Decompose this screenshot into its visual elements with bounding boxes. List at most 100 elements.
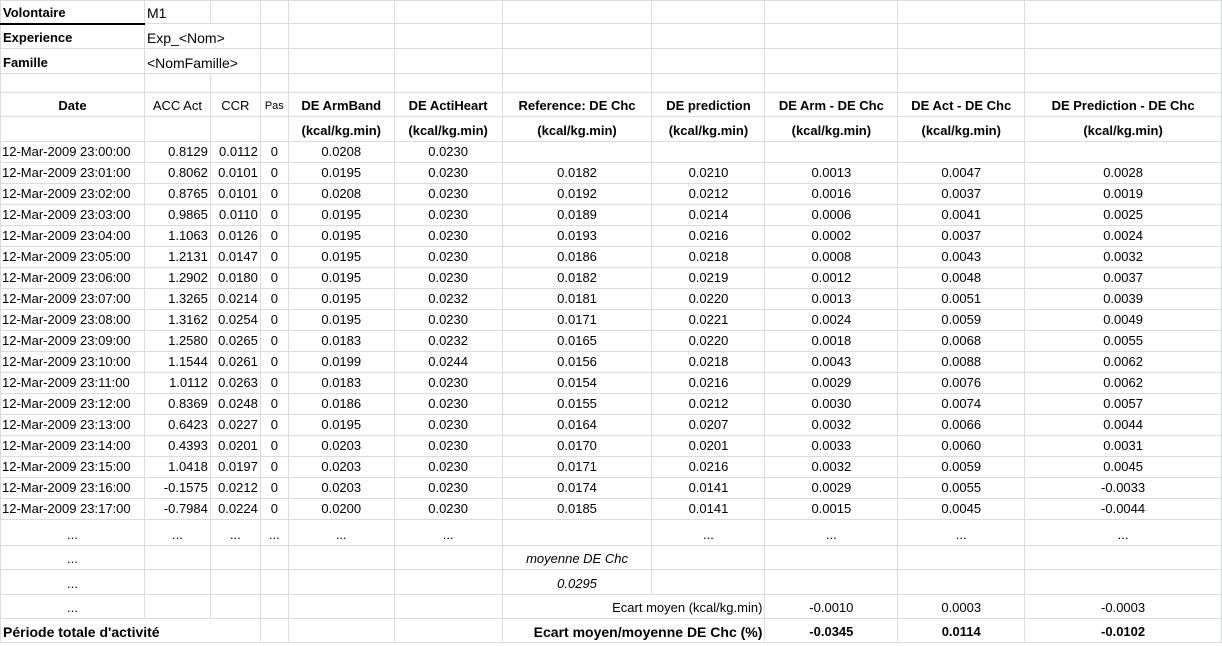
cell-de-armband[interactable]: 0.0186 <box>287 393 395 415</box>
header-act-diff[interactable]: DE Act - DE Chc <box>897 92 1026 117</box>
cell-act-diff[interactable]: 0.0059 <box>897 456 1026 478</box>
cell-de-actiheart[interactable]: 0.0230 <box>393 393 503 415</box>
cell-pas[interactable]: 0 <box>259 351 289 373</box>
cell-acc-act[interactable]: 0.4393 <box>143 435 211 457</box>
cell-de-actiheart[interactable]: 0.0230 <box>393 435 503 457</box>
cell-de-actiheart[interactable]: 0.0232 <box>393 330 503 352</box>
cell-de-reference[interactable]: 0.0185 <box>501 498 653 520</box>
cell-pred-diff[interactable]: 0.0055 <box>1024 330 1222 352</box>
cell-ccr[interactable]: 0.0214 <box>209 288 261 310</box>
cell-date[interactable]: 12-Mar-2009 23:04:00 <box>0 225 145 247</box>
cell-de-reference[interactable]: 0.0170 <box>501 435 653 457</box>
famille-label[interactable]: Famille <box>0 48 145 74</box>
cell-ccr[interactable]: 0.0224 <box>209 498 261 520</box>
cell-de-reference[interactable]: 0.0181 <box>501 288 653 310</box>
cell-pred-diff[interactable]: 0.0062 <box>1024 351 1222 373</box>
cell-de-armband[interactable]: 0.0203 <box>287 477 395 499</box>
cell-de-armband[interactable]: 0.0195 <box>287 414 395 436</box>
moyenne-label[interactable]: moyenne DE Chc <box>501 545 653 570</box>
cell-ccr[interactable]: 0.0101 <box>209 162 261 184</box>
moyenne-value[interactable]: 0.0295 <box>501 569 653 595</box>
cell-de-armband[interactable]: 0.0195 <box>287 162 395 184</box>
cell-pred-diff[interactable]: 0.0057 <box>1024 393 1222 415</box>
cell-de-actiheart[interactable]: 0.0232 <box>393 288 503 310</box>
cell-pas[interactable]: 0 <box>259 477 289 499</box>
unit-pred-diff[interactable]: (kcal/kg.min) <box>1024 116 1222 142</box>
cell-de-prediction[interactable]: 0.0214 <box>651 204 766 226</box>
cell-de-armband[interactable]: 0.0183 <box>287 330 395 352</box>
cell-de-armband[interactable]: 0.0195 <box>287 267 395 289</box>
cell-de-prediction[interactable]: 0.0201 <box>651 435 766 457</box>
ellipsis-cell[interactable]: ... <box>209 519 261 546</box>
cell-arm-diff[interactable]: 0.0018 <box>764 330 899 352</box>
cell-date[interactable]: 12-Mar-2009 23:13:00 <box>0 414 145 436</box>
ratio-act[interactable]: 0.0114 <box>897 618 1026 643</box>
volontaire-label[interactable]: Volontaire <box>0 0 145 25</box>
cell-ccr[interactable]: 0.0212 <box>209 477 261 499</box>
cell-acc-act[interactable]: 0.8062 <box>143 162 211 184</box>
cell-de-prediction[interactable]: 0.0216 <box>651 372 766 394</box>
cell-pas[interactable]: 0 <box>259 183 289 205</box>
cell-pred-diff[interactable]: -0.0033 <box>1024 477 1222 499</box>
cell-act-diff[interactable]: 0.0037 <box>897 225 1026 247</box>
cell-de-prediction[interactable]: 0.0218 <box>651 246 766 268</box>
cell-de-actiheart[interactable]: 0.0230 <box>393 477 503 499</box>
cell-arm-diff[interactable]: 0.0013 <box>764 288 899 310</box>
cell-de-actiheart[interactable]: 0.0230 <box>393 162 503 184</box>
cell-acc-act[interactable]: 1.0112 <box>143 372 211 394</box>
volontaire-value[interactable]: M1 <box>143 0 211 24</box>
periode-label[interactable]: Période totale d'activité <box>0 618 261 643</box>
ellipsis-cell[interactable]: ... <box>143 519 211 546</box>
header-actiheart[interactable]: DE ActiHeart <box>393 92 503 117</box>
cell-date[interactable]: 12-Mar-2009 23:16:00 <box>0 477 145 499</box>
ellipsis-cell[interactable]: ... <box>393 519 503 546</box>
cell-de-reference[interactable]: 0.0174 <box>501 477 653 499</box>
experience-label[interactable]: Experience <box>0 23 145 49</box>
header-pas[interactable]: Pas <box>259 92 289 117</box>
cell-pred-diff[interactable]: -0.0044 <box>1024 498 1222 520</box>
cell-acc-act[interactable]: 0.8369 <box>143 393 211 415</box>
cell-pas[interactable]: 0 <box>259 498 289 520</box>
cell-de-actiheart[interactable]: 0.0230 <box>393 225 503 247</box>
cell-de-reference[interactable]: 0.0193 <box>501 225 653 247</box>
cell-de-prediction[interactable]: 0.0218 <box>651 351 766 373</box>
cell-de-armband[interactable]: 0.0195 <box>287 309 395 331</box>
cell-acc-act[interactable]: 1.2902 <box>143 267 211 289</box>
cell-pred-diff[interactable] <box>1024 141 1222 163</box>
ratio-pred[interactable]: -0.0102 <box>1024 618 1222 643</box>
cell-date[interactable]: 12-Mar-2009 23:03:00 <box>0 204 145 226</box>
ellipsis-cell[interactable]: ... <box>1024 519 1222 546</box>
cell-acc-act[interactable]: 1.1063 <box>143 225 211 247</box>
cell-arm-diff[interactable]: 0.0033 <box>764 435 899 457</box>
cell-pred-diff[interactable]: 0.0019 <box>1024 183 1222 205</box>
cell-ccr[interactable]: 0.0180 <box>209 267 261 289</box>
cell-de-prediction[interactable]: 0.0220 <box>651 330 766 352</box>
cell-ccr[interactable]: 0.0126 <box>209 225 261 247</box>
cell-act-diff[interactable]: 0.0068 <box>897 330 1026 352</box>
cell-pas[interactable]: 0 <box>259 309 289 331</box>
cell-arm-diff[interactable] <box>764 141 899 163</box>
cell-act-diff[interactable]: 0.0043 <box>897 246 1026 268</box>
cell-ccr[interactable]: 0.0261 <box>209 351 261 373</box>
header-reference[interactable]: Reference: DE Chc <box>501 92 653 117</box>
cell-acc-act[interactable]: 0.8765 <box>143 183 211 205</box>
cell-ccr[interactable]: 0.0227 <box>209 414 261 436</box>
cell-arm-diff[interactable]: 0.0029 <box>764 477 899 499</box>
cell-arm-diff[interactable]: 0.0013 <box>764 162 899 184</box>
ellipsis-cell[interactable]: ... <box>0 594 145 619</box>
cell-date[interactable]: 12-Mar-2009 23:08:00 <box>0 309 145 331</box>
cell-de-prediction[interactable]: 0.0219 <box>651 267 766 289</box>
cell-de-reference[interactable]: 0.0171 <box>501 309 653 331</box>
cell-date[interactable]: 12-Mar-2009 23:07:00 <box>0 288 145 310</box>
cell-act-diff[interactable]: 0.0055 <box>897 477 1026 499</box>
cell-acc-act[interactable]: 1.3162 <box>143 309 211 331</box>
ellipsis-cell[interactable]: ... <box>651 519 766 546</box>
cell-pred-diff[interactable]: 0.0049 <box>1024 309 1222 331</box>
cell-de-actiheart[interactable]: 0.0230 <box>393 204 503 226</box>
unit-reference[interactable]: (kcal/kg.min) <box>501 116 653 142</box>
cell-date[interactable]: 12-Mar-2009 23:00:00 <box>0 141 145 163</box>
cell-pas[interactable]: 0 <box>259 456 289 478</box>
cell-de-reference[interactable]: 0.0164 <box>501 414 653 436</box>
ellipsis-cell[interactable]: ... <box>287 519 395 546</box>
cell-act-diff[interactable]: 0.0074 <box>897 393 1026 415</box>
